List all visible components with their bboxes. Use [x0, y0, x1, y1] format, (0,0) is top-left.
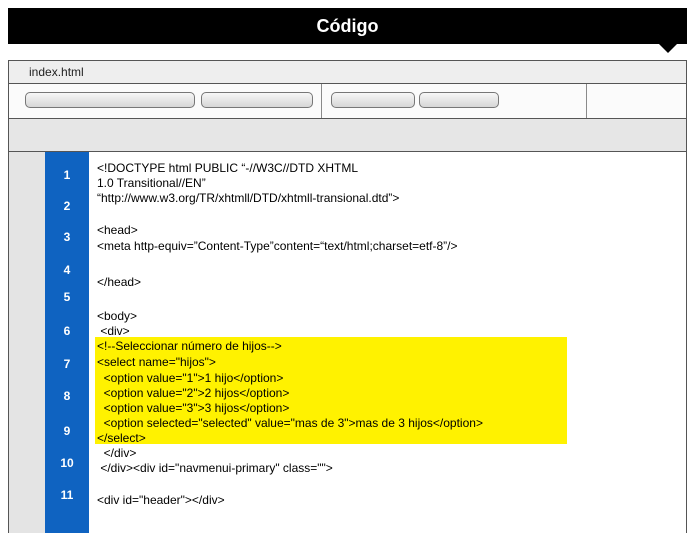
code-line: <body>: [97, 309, 138, 323]
line-number: 8: [63, 389, 71, 403]
window-title: Código: [316, 15, 379, 36]
code-line: </div>: [97, 446, 137, 460]
toolbar-separator: [586, 84, 587, 118]
dropdown-notch-icon[interactable]: [659, 44, 677, 53]
window-titlebar: Código: [8, 8, 687, 53]
line-number: 4: [63, 263, 71, 277]
code-line: <div id="header"></div>: [97, 493, 225, 507]
toolbar-button-3[interactable]: [331, 92, 415, 108]
line-number: 11: [60, 488, 74, 502]
code-line: </div><div id="navmenui-primary" class="…: [97, 461, 333, 475]
file-tab-label: index.html: [29, 65, 84, 79]
code-text[interactable]: <!DOCTYPE html PUBLIC “-//W3C//DTD XHTML…: [97, 152, 677, 533]
code-line: “http://www.w3.org/TR/xhtmll/DTD/xhtmll-…: [97, 191, 400, 205]
toolbar-button-4[interactable]: [419, 92, 499, 108]
line-number: 7: [63, 357, 71, 371]
code-line: <option selected="selected" value="mas d…: [97, 416, 483, 430]
line-number: 6: [63, 324, 71, 338]
toolbar: [9, 84, 686, 119]
code-line: <option value="2">2 hijos</option>: [97, 386, 290, 400]
code-line: 1.0 Transitional//EN”: [97, 176, 206, 190]
line-number: 1: [63, 168, 71, 182]
code-line: <div>: [97, 324, 130, 338]
line-number: 9: [63, 424, 71, 438]
line-number-gutter: 1 2 3 4 5 6 7 8 9 10 11: [45, 152, 89, 533]
code-line: <!--Seleccionar número de hijos-->: [97, 339, 282, 353]
toolbar-button-2[interactable]: [201, 92, 313, 108]
code-line: <meta http-equiv=”Content-Type”content=“…: [97, 239, 458, 253]
secondary-toolbar: [9, 119, 686, 152]
code-line: <option value="3">3 hijos</option>: [97, 401, 290, 415]
code-editor[interactable]: 1 2 3 4 5 6 7 8 9 10 11 <!DOCTYPE html P…: [9, 152, 686, 533]
toolbar-button-1[interactable]: [25, 92, 195, 108]
line-number: 10: [60, 456, 74, 470]
toolbar-separator: [321, 84, 322, 118]
code-line: <!DOCTYPE html PUBLIC “-//W3C//DTD XHTML: [97, 161, 359, 175]
code-line: </head>: [97, 275, 142, 289]
code-line: <option value="1">1 hijo</option>: [97, 371, 284, 385]
line-number: 5: [63, 290, 71, 304]
line-number: 3: [63, 230, 71, 244]
editor-margin: [9, 152, 45, 533]
code-panel: index.html 1 2 3 4 5 6 7 8 9 10 11 <!DOC…: [8, 60, 687, 533]
code-line: <head>: [97, 223, 138, 237]
line-number: 2: [63, 199, 71, 213]
code-line: <select name="hijos">: [97, 355, 216, 369]
file-tab[interactable]: index.html: [9, 61, 686, 84]
code-line: </select>: [97, 431, 146, 445]
